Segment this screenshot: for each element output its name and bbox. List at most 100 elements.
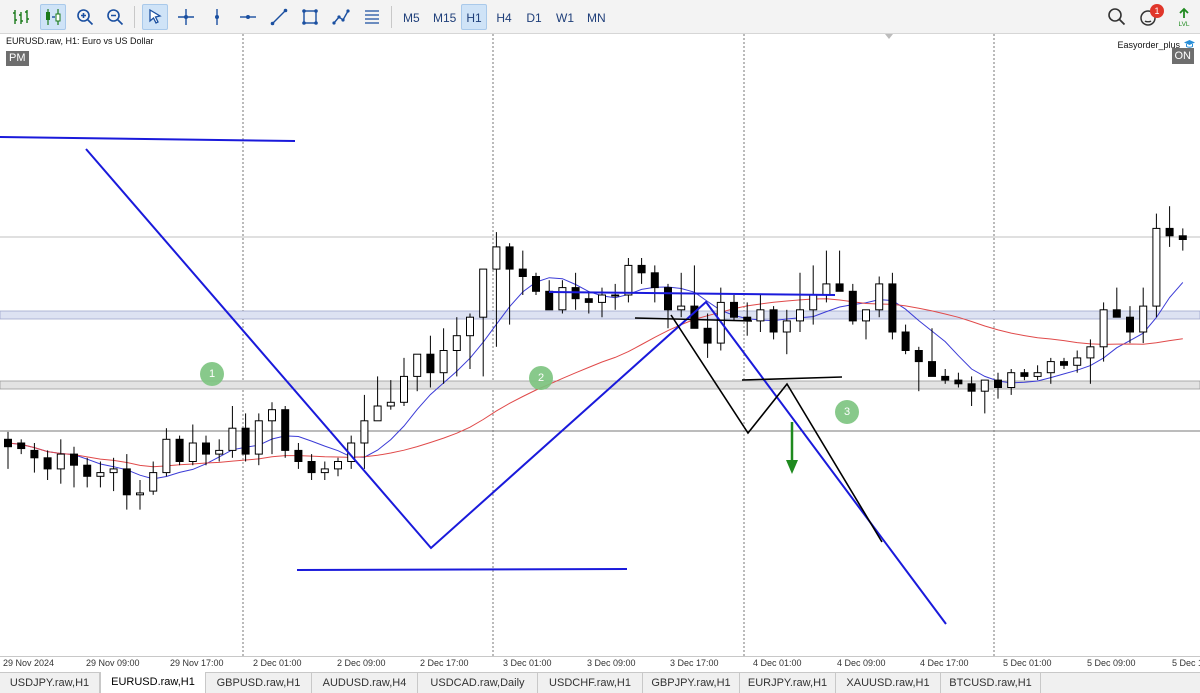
timeframe-w1[interactable]: W1 [551,4,579,30]
tab-btcusd[interactable]: BTCUSD.raw,H1 [941,673,1041,693]
candle-body [492,246,501,270]
candle [1178,228,1187,251]
timeframe-mn[interactable]: MN [582,4,610,30]
candle-body [149,472,158,492]
candle-body [400,375,408,403]
candle [162,428,171,477]
candle [1152,213,1161,318]
cursor-icon[interactable] [142,4,168,30]
candle-body [782,320,791,333]
level-icon[interactable]: LVL [1173,6,1195,28]
candle-body [109,468,118,474]
candle-body [439,350,448,374]
candle-body [43,457,52,470]
horizontal-line-icon[interactable] [235,4,261,30]
time-axis-label: 4 Dec 17:00 [920,658,969,668]
candle-body [822,283,831,296]
polyline-icon[interactable] [328,4,354,30]
candle-body [796,309,804,322]
candle-body [254,420,263,455]
candle [862,309,870,340]
candle [254,413,263,466]
black-zigzag [670,314,883,543]
tab-usdjpy[interactable]: USDJPY.raw,H1 [0,673,100,693]
time-axis-label: 3 Dec 01:00 [503,658,552,668]
candle-body [479,268,488,318]
candle [268,402,276,455]
candle-body [967,383,976,392]
candle [109,457,118,492]
wave-marker-3: 3 [835,400,859,424]
time-axis-label: 2 Dec 09:00 [337,658,386,668]
candle-body [281,409,290,451]
candle-body [215,449,224,455]
timeframe-h4[interactable]: H4 [491,4,517,30]
candle-body [452,335,461,352]
tab-eurjpy[interactable]: EURJPY.raw,H1 [740,673,836,693]
candle-body [426,353,435,374]
time-axis-label: 29 Nov 2024 [3,658,55,668]
tab-xauusd[interactable]: XAUUSD.raw,H1 [836,673,941,693]
sell-arrow-icon [786,460,798,474]
candle [650,265,659,303]
chart-bars-icon[interactable] [8,4,34,30]
timeframe-d1[interactable]: D1 [521,4,547,30]
search-icon[interactable] [1106,6,1128,28]
candle-body [307,461,316,474]
candle-body [1165,227,1174,237]
candle-body [1086,346,1095,359]
candle-body [954,379,963,385]
rectangle-icon[interactable] [297,4,323,30]
candle [320,461,329,480]
candle [901,324,910,355]
candle-body [1060,361,1068,366]
chart-area[interactable]: EURUSD.raw, H1: Euro vs US Dollar PM Eas… [0,34,1200,656]
candle-body [334,461,342,470]
candle [743,302,752,336]
candle [360,394,369,469]
time-axis-label: 2 Dec 01:00 [253,658,302,668]
tab-usdcad[interactable]: USDCAD.raw,Daily [418,673,538,693]
tab-audusd[interactable]: AUDUSD.raw,H4 [312,673,418,693]
tab-usdchf[interactable]: USDCHF.raw,H1 [538,673,643,693]
candle-body [875,283,884,311]
candle-body [70,453,78,466]
candle-body [268,409,276,422]
candle [17,439,26,455]
zone-band [0,310,1200,320]
candle [980,379,989,414]
price-chart[interactable] [0,34,1200,656]
expert-advisor-status[interactable]: ON [1171,48,1194,64]
candle [334,457,342,477]
timeframe-h1[interactable]: H1 [461,4,487,30]
candle [228,406,237,458]
candle [796,272,804,332]
chart-candles-icon[interactable] [40,4,66,30]
timeframe-m15[interactable]: M15 [428,4,458,30]
candle [848,283,857,325]
trend-line-icon[interactable] [266,4,292,30]
candle-body [1112,309,1121,318]
candle [241,413,250,462]
candle [1086,339,1095,384]
black-level-line [741,376,843,381]
tab-eurusd[interactable]: EURUSD.raw,H1 [100,672,206,693]
zoom-in-icon[interactable] [72,4,98,30]
zoom-out-icon[interactable] [102,4,128,30]
candle-body [188,442,197,462]
tab-gbpusd[interactable]: GBPUSD.raw,H1 [206,673,312,693]
wave-marker-1: 1 [200,362,224,386]
tab-gbpjpy[interactable]: GBPJPY.raw,H1 [643,673,740,693]
candle-body [835,283,844,292]
toolbar: M5 M15 H1 H4 D1 W1 MN 1 LVL [0,0,1200,34]
shift-marker-icon [885,34,893,39]
fibonacci-icon[interactable] [359,4,385,30]
candle-body [558,287,567,311]
candle-body [637,264,646,274]
time-axis-label: 3 Dec 09:00 [587,658,636,668]
vertical-line-icon[interactable] [204,4,230,30]
candle-body [1046,361,1055,374]
timeframe-m5[interactable]: M5 [398,4,424,30]
candle-body [294,449,303,462]
crosshair-icon[interactable] [173,4,199,30]
